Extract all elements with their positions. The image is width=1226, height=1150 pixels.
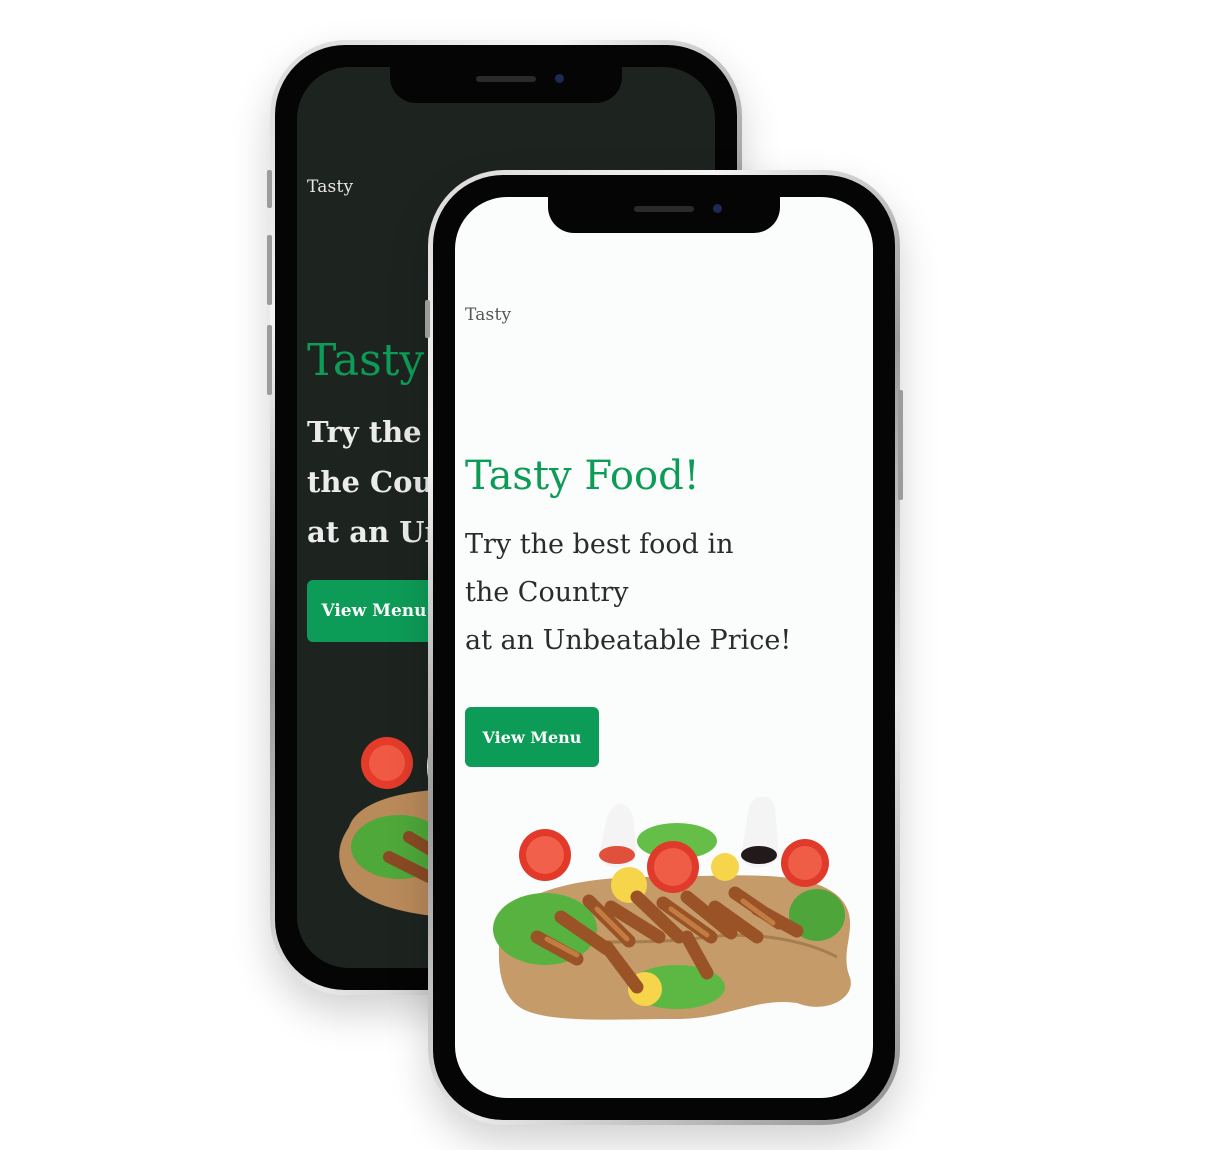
hero-tagline: Try the best food in the Country at an U…	[465, 521, 791, 665]
volume-up-button	[267, 235, 272, 305]
mute-switch	[425, 300, 430, 338]
camera-icon	[713, 204, 722, 213]
notch	[548, 197, 780, 233]
brand-logo[interactable]: Tasty	[465, 305, 511, 325]
view-menu-button[interactable]: View Menu	[465, 707, 599, 767]
brand-logo[interactable]: Tasty	[307, 177, 353, 197]
tagline-line: Try the best food in	[465, 529, 734, 560]
view-menu-button[interactable]: View Menu	[307, 580, 441, 642]
chicken-wings-platter-image	[493, 797, 851, 1020]
hero-title: Tasty Food!	[465, 453, 700, 499]
power-button	[898, 390, 903, 500]
notch	[390, 67, 622, 103]
camera-icon	[555, 74, 564, 83]
volume-down-button	[267, 325, 272, 395]
speaker-grille	[476, 76, 536, 82]
tagline-line: the Country	[465, 577, 629, 608]
phone-body: Tasty Tasty Food! Try the best food in t…	[433, 175, 895, 1120]
phone-screen: Tasty Tasty Food! Try the best food in t…	[455, 197, 873, 1098]
tagline-line: at an Unbeatable Price!	[465, 625, 792, 656]
phone-mockup-light: Tasty Tasty Food! Try the best food in t…	[425, 170, 903, 1125]
speaker-grille	[634, 206, 694, 212]
mute-switch	[267, 170, 272, 208]
